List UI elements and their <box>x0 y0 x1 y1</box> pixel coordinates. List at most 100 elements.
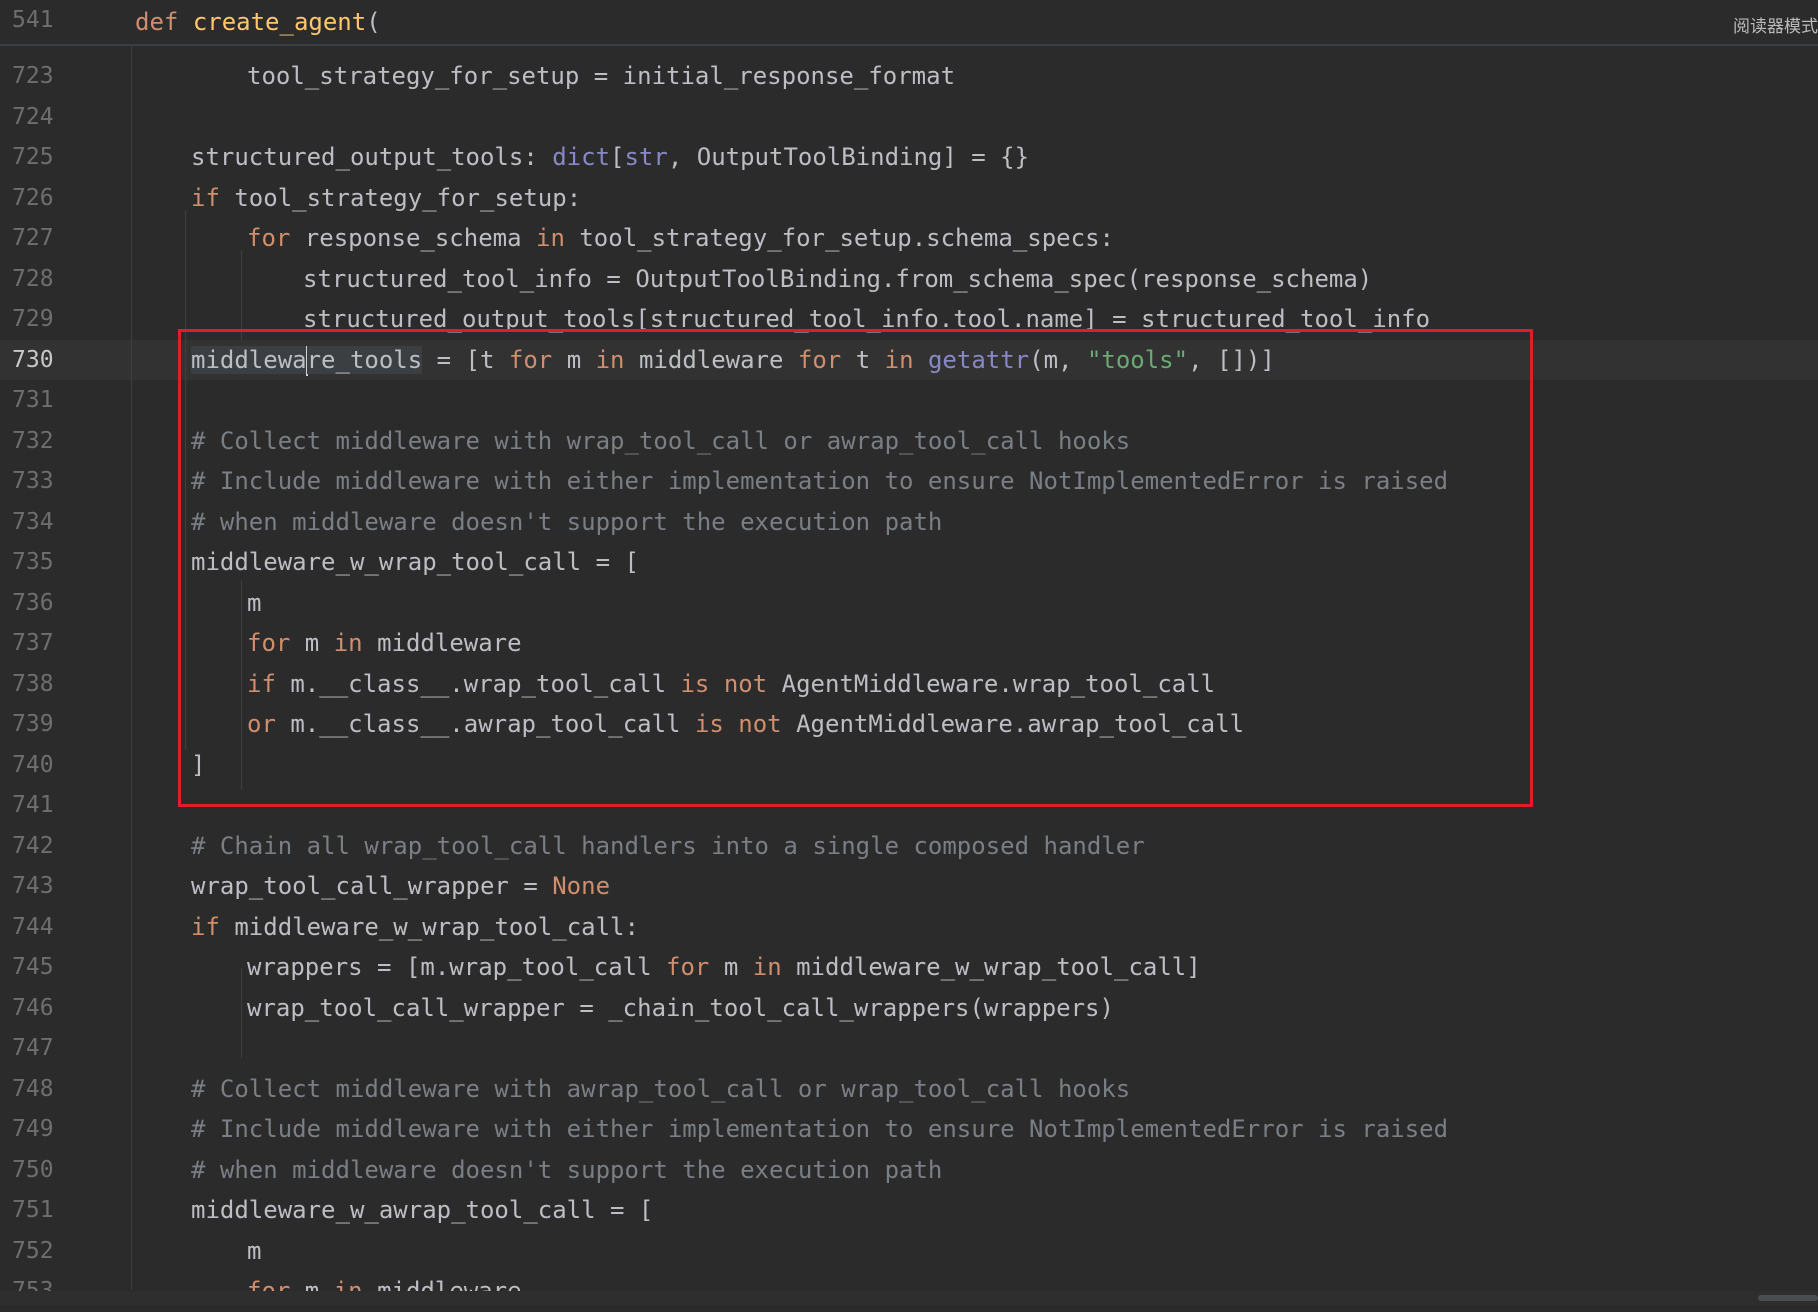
code-token: # Include middleware with either impleme… <box>191 1115 1449 1143</box>
line-number: 730 <box>12 346 54 373</box>
code-line[interactable]: 750 # when middleware doesn't support the… <box>0 1150 1818 1191</box>
code-token: middleware_w_wrap_tool_call: <box>219 912 639 941</box>
code-token: m <box>247 1236 262 1265</box>
code-token: wrap_tool_call_wrapper = _chain_tool_cal… <box>247 993 1114 1022</box>
code-line[interactable]: 752 m <box>0 1231 1818 1272</box>
code-token: m <box>709 953 753 981</box>
code-text: if tool_strategy_for_setup: <box>191 178 581 219</box>
line-number: 723 <box>12 63 54 89</box>
line-number: 729 <box>12 306 54 332</box>
sticky-code-line: def create_agent( <box>135 2 381 43</box>
code-token: # Collect middleware with awrap_tool_cal… <box>191 1074 1131 1103</box>
scrollbar-thumb[interactable] <box>1758 1295 1818 1301</box>
line-number: 726 <box>12 184 54 211</box>
code-line[interactable]: 742 # Chain all wrap_tool_call handlers i… <box>0 826 1818 867</box>
line-number: 741 <box>12 792 54 818</box>
line-number: 725 <box>12 144 54 170</box>
line-number: 745 <box>12 954 54 980</box>
code-token: for <box>666 953 710 981</box>
code-token: # Chain all wrap_tool_call handlers into… <box>191 831 1145 860</box>
code-token: , OutputToolBinding] = {} <box>667 143 1030 171</box>
indent-guide <box>241 968 242 1058</box>
code-line[interactable]: 724 <box>0 97 1818 138</box>
code-token: tool_strategy_for_setup.schema_specs: <box>564 224 1114 252</box>
code-line[interactable]: 728 structured_tool_info = OutputToolBind… <box>0 259 1818 300</box>
code-line[interactable]: 725 structured_output_tools: dict[str, Ou… <box>0 137 1818 178</box>
line-number: 735 <box>12 549 54 575</box>
code-token: wrap_tool_call_wrapper = <box>191 872 553 900</box>
code-token: tool_strategy_for_setup = initial_respon… <box>247 62 956 90</box>
line-number: 724 <box>12 103 54 130</box>
line-number: 749 <box>12 1116 54 1142</box>
code-text: structured_output_tools: dict[str, Outpu… <box>191 137 1029 178</box>
line-number: 738 <box>12 670 54 697</box>
line-number: 733 <box>12 468 54 494</box>
line-number: 747 <box>12 1035 54 1061</box>
code-text: wrap_tool_call_wrapper = _chain_tool_cal… <box>247 988 1114 1029</box>
code-token: structured_output_tools: <box>191 143 553 171</box>
code-token: # when middleware doesn't support the ex… <box>191 1155 943 1184</box>
line-number: 736 <box>12 589 54 616</box>
line-number: 751 <box>12 1197 54 1223</box>
code-line[interactable]: 727 for response_schema in tool_strategy_… <box>0 218 1818 259</box>
code-text: structured_tool_info = OutputToolBinding… <box>303 259 1372 300</box>
line-number: 742 <box>12 832 54 859</box>
code-line[interactable]: 743 wrap_tool_call_wrapper = None <box>0 866 1818 907</box>
code-text: for response_schema in tool_strategy_for… <box>247 218 1114 259</box>
code-text: wrap_tool_call_wrapper = None <box>191 866 610 907</box>
code-token: in <box>752 953 782 981</box>
horizontal-scrollbar[interactable] <box>0 1291 1818 1305</box>
function-name: create_agent <box>192 8 367 36</box>
code-token: dict <box>552 143 611 171</box>
line-number: 728 <box>12 265 54 292</box>
code-line[interactable]: 745 wrappers = [m.wrap_tool_call for m in… <box>0 947 1818 988</box>
highlight-annotation-box <box>178 329 1533 807</box>
code-line[interactable]: 749 # Include middleware with either impl… <box>0 1109 1818 1150</box>
reader-mode-button[interactable]: 阅读器模式 <box>1733 12 1818 37</box>
code-text: wrappers = [m.wrap_tool_call for m in mi… <box>247 947 1201 988</box>
line-number: 731 <box>12 387 54 413</box>
code-token: str <box>624 143 668 171</box>
line-number: 727 <box>12 225 54 251</box>
code-text: # when middleware doesn't support the ex… <box>191 1150 942 1191</box>
line-number: 732 <box>12 427 54 454</box>
line-number: 744 <box>12 913 54 940</box>
line-number: 752 <box>12 1237 54 1264</box>
code-token: response_schema <box>290 224 536 252</box>
code-token: structured_tool_info = OutputToolBinding… <box>303 264 1373 293</box>
code-line[interactable]: 723 tool_strategy_for_setup = initial_res… <box>0 56 1818 97</box>
code-token: if <box>191 912 220 941</box>
code-token: [ <box>610 143 625 171</box>
code-text: if middleware_w_wrap_tool_call: <box>191 907 639 948</box>
code-token: tool_strategy_for_setup: <box>219 183 582 212</box>
code-line[interactable]: 747 <box>0 1028 1818 1069</box>
paren: ( <box>366 8 381 36</box>
code-text: m <box>247 1231 261 1272</box>
line-number: 748 <box>12 1075 54 1102</box>
line-number: 740 <box>12 751 54 778</box>
code-line[interactable]: 751 middleware_w_awrap_tool_call = [ <box>0 1190 1818 1231</box>
code-token: middleware_w_awrap_tool_call = [ <box>191 1196 654 1224</box>
code-line[interactable]: 744 if middleware_w_wrap_tool_call: <box>0 907 1818 948</box>
line-number: 750 <box>12 1156 54 1183</box>
line-number: 737 <box>12 630 54 656</box>
code-text: # Include middleware with either impleme… <box>191 1109 1448 1150</box>
code-line[interactable]: 746 wrap_tool_call_wrapper = _chain_tool_… <box>0 988 1818 1029</box>
code-text: middleware_w_awrap_tool_call = [ <box>191 1190 653 1231</box>
indent-guide <box>131 44 132 1290</box>
sticky-scope-header[interactable]: 541 def create_agent( 阅读器模式 <box>0 0 1818 46</box>
keyword-def: def <box>135 8 179 36</box>
code-text: tool_strategy_for_setup = initial_respon… <box>247 56 955 97</box>
line-number: 746 <box>12 994 54 1021</box>
line-number: 739 <box>12 711 54 737</box>
code-text: # Chain all wrap_tool_call handlers into… <box>191 826 1145 867</box>
line-number: 541 <box>12 7 54 33</box>
line-number: 734 <box>12 508 54 535</box>
code-token: in <box>536 224 565 252</box>
code-line[interactable]: 726 if tool_strategy_for_setup: <box>0 178 1818 219</box>
code-token: wrappers = [m.wrap_tool_call <box>247 953 667 981</box>
code-token: None <box>552 872 611 900</box>
code-line[interactable]: 748 # Collect middleware with awrap_tool_… <box>0 1069 1818 1110</box>
code-token: for <box>247 224 291 252</box>
indent-guide <box>241 250 242 340</box>
